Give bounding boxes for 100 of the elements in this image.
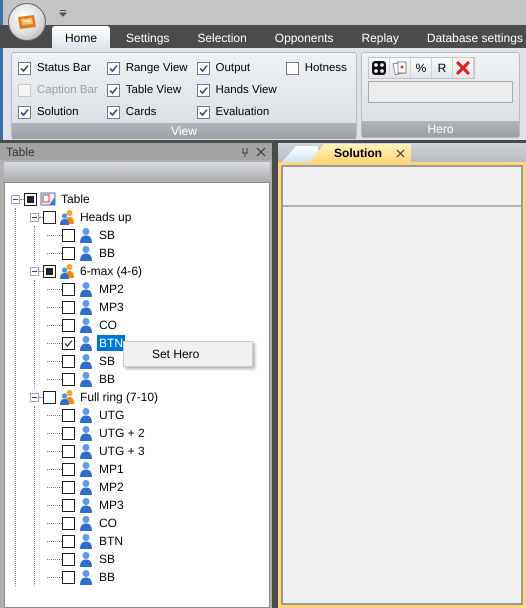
customize-dropdown-icon[interactable]: [59, 8, 67, 16]
option-label: Hotness: [304, 62, 347, 74]
checkbox[interactable]: [62, 300, 75, 314]
tree-item[interactable]: UTG + 2: [97, 425, 147, 441]
option-label: Table View: [126, 84, 182, 96]
user-icon: [78, 515, 94, 531]
ribbon-tab[interactable]: Database settings: [414, 28, 526, 48]
checkbox[interactable]: [62, 372, 75, 386]
checkbox[interactable]: [43, 390, 56, 404]
tree-item[interactable]: MP2: [97, 281, 126, 297]
app-menu-button[interactable]: [8, 3, 46, 41]
checkbox[interactable]: [62, 426, 75, 440]
tree-item[interactable]: SB: [97, 353, 118, 369]
user-icon: [78, 461, 94, 477]
ribbon-tab[interactable]: Opponents: [262, 28, 346, 48]
dice-button[interactable]: [369, 58, 390, 78]
user-icon: [78, 227, 94, 243]
tree-item[interactable]: BB: [97, 569, 118, 585]
checkbox[interactable]: [43, 210, 56, 224]
option-label: Solution: [37, 106, 79, 118]
tree-item[interactable]: BTN: [97, 533, 125, 549]
checkbox[interactable]: [196, 106, 210, 118]
tree-item[interactable]: MP2: [97, 479, 126, 495]
option-label: Status Bar: [37, 62, 91, 74]
user-icon: [78, 299, 94, 315]
checkbox[interactable]: [196, 84, 210, 96]
user-icon: [78, 353, 94, 369]
checkbox[interactable]: [62, 498, 75, 512]
user-group-icon: [59, 209, 75, 225]
tree-item[interactable]: 6-max (4-6): [78, 263, 144, 279]
checkbox[interactable]: [106, 106, 120, 118]
option-label: Hands View: [216, 84, 277, 96]
tree-item[interactable]: CO: [97, 317, 119, 333]
checkbox[interactable]: [286, 62, 299, 74]
user-icon: [78, 569, 94, 585]
group-title: View: [12, 123, 356, 139]
tree-item[interactable]: Table: [59, 191, 92, 207]
tree-item[interactable]: SB: [97, 227, 118, 243]
checkbox[interactable]: [62, 534, 75, 548]
user-group-icon: [59, 263, 75, 279]
panel-title: Table: [6, 144, 36, 158]
checkbox[interactable]: [62, 516, 75, 530]
checkbox[interactable]: [18, 106, 31, 118]
tree-item[interactable]: Heads up: [78, 209, 134, 225]
checkbox[interactable]: [62, 336, 75, 350]
checkbox[interactable]: [62, 444, 75, 458]
toolbar-button[interactable]: %: [411, 58, 432, 78]
tree-item[interactable]: BB: [97, 371, 118, 387]
user-icon: [78, 335, 94, 351]
checkbox[interactable]: [106, 84, 120, 96]
checkbox[interactable]: [62, 282, 75, 296]
checkbox[interactable]: [62, 318, 75, 332]
group-title: Hero: [362, 121, 519, 137]
menu-item[interactable]: Set Hero: [124, 344, 252, 364]
user-group-icon: [59, 389, 75, 405]
ribbon-tab[interactable]: Selection: [185, 28, 259, 48]
ribbon-tab[interactable]: Replay: [349, 28, 411, 48]
option-label: Cards: [126, 106, 156, 118]
checkbox[interactable]: [62, 408, 75, 422]
collapse-icon[interactable]: [30, 266, 39, 276]
tree-item[interactable]: CO: [97, 515, 119, 531]
checkbox[interactable]: [62, 552, 75, 566]
tree-item[interactable]: UTG + 3: [97, 443, 147, 459]
user-icon: [78, 479, 94, 495]
user-icon: [78, 245, 94, 261]
checkbox[interactable]: [24, 192, 37, 206]
checkbox[interactable]: [18, 62, 31, 74]
collapse-icon[interactable]: [30, 212, 39, 222]
hero-field[interactable]: [368, 81, 513, 103]
checkbox[interactable]: [43, 264, 56, 278]
user-icon: [78, 407, 94, 423]
checkbox[interactable]: [62, 354, 75, 368]
checkbox[interactable]: [62, 480, 75, 494]
checkbox[interactable]: [62, 570, 75, 584]
table-icon: [40, 191, 56, 207]
collapse-icon[interactable]: [30, 392, 39, 402]
collapse-icon[interactable]: [11, 194, 20, 204]
tree-item[interactable]: UTG: [97, 407, 126, 423]
tree-item[interactable]: SB: [97, 551, 118, 567]
toolbar-button[interactable]: R: [432, 58, 453, 78]
user-icon: [78, 443, 94, 459]
checkbox[interactable]: [62, 246, 75, 260]
pin-icon[interactable]: [240, 146, 250, 156]
checkbox[interactable]: [62, 462, 75, 476]
tree-item[interactable]: MP3: [97, 299, 126, 315]
tree-item[interactable]: BB: [97, 245, 118, 261]
checkbox[interactable]: [106, 62, 120, 74]
tree-item[interactable]: MP3: [97, 497, 126, 513]
checkbox[interactable]: [196, 62, 210, 74]
option-label: Evaluation: [216, 106, 270, 118]
tree-item[interactable]: BTN: [97, 335, 125, 351]
tree-item[interactable]: Full ring (7-10): [78, 389, 160, 405]
user-icon: [78, 425, 94, 441]
close-icon[interactable]: [396, 148, 405, 158]
close-icon[interactable]: [256, 146, 266, 156]
option-label: Caption Bar: [37, 84, 98, 96]
ribbon-tab[interactable]: Settings: [114, 28, 182, 48]
ribbon-tab[interactable]: Home: [52, 26, 110, 48]
checkbox[interactable]: [62, 228, 75, 242]
tree-item[interactable]: MP1: [97, 461, 126, 477]
